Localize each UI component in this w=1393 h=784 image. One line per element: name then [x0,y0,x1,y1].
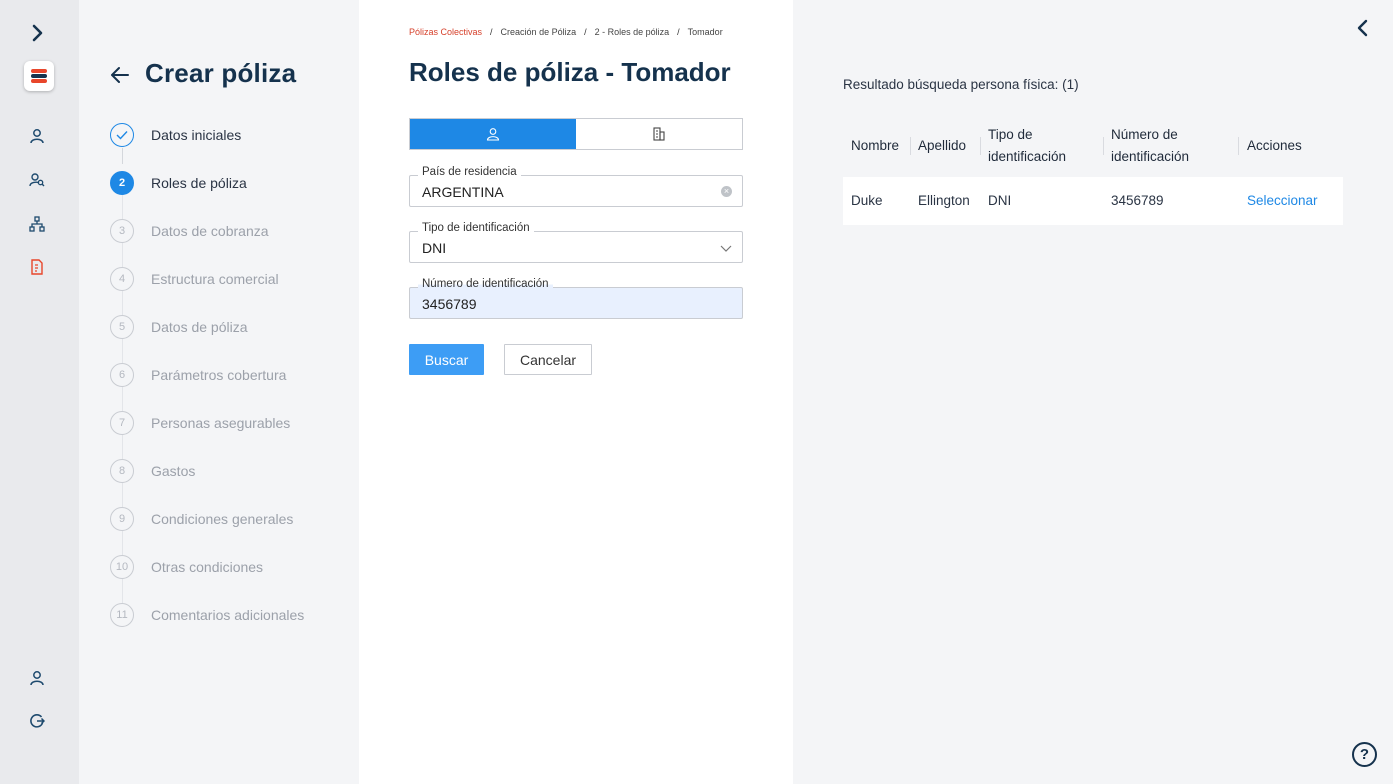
expand-icon[interactable] [25,21,49,45]
step-number: 9 [110,507,134,531]
field-value: ARGENTINA [422,184,504,200]
check-icon [110,123,134,147]
document-icon[interactable] [25,255,49,279]
step-number: 8 [110,459,134,483]
step-number: 4 [110,267,134,291]
seleccionar-link[interactable]: Seleccionar [1247,193,1318,208]
table-row: Duke Ellington DNI 3456789 Seleccionar [843,177,1343,225]
step-label: Parámetros cobertura [151,367,287,383]
step-number: 10 [110,555,134,579]
step-otras-condiciones[interactable]: 10 Otras condiciones [110,554,263,580]
tab-persona-juridica[interactable] [576,119,742,149]
column-header: Apellido [918,138,967,153]
step-personas-asegurables[interactable]: 7 Personas asegurables [110,410,290,436]
step-label: Datos iniciales [151,127,242,143]
breadcrumb-item: Tomador [687,27,723,37]
user-icon[interactable] [25,124,49,148]
cell-tipo: DNI [988,193,1012,208]
column-header: Acciones [1247,138,1302,153]
tab-persona-fisica[interactable] [410,119,576,149]
step-label: Gastos [151,463,196,479]
column-divider [910,137,911,155]
cancelar-button[interactable]: Cancelar [504,344,592,375]
step-label: Condiciones generales [151,511,294,527]
field-label: Número de identificación [418,278,553,290]
app-logo[interactable] [24,61,54,91]
person-type-toggle [409,118,743,150]
logout-icon[interactable] [25,709,49,733]
column-header: Tipo de identificación [988,127,1067,164]
breadcrumb-item[interactable]: Pólizas Colectivas [409,27,482,37]
step-label: Otras condiciones [151,559,264,575]
field-value: 3456789 [422,296,477,312]
column-divider [980,137,981,155]
step-number: 3 [110,219,134,243]
tipo-identificacion-select[interactable]: Tipo de identificación DNI [409,222,743,263]
collapse-panel-icon[interactable] [1353,18,1375,40]
step-roles-de-poliza[interactable]: 2 Roles de póliza [110,170,247,196]
numero-identificacion-field[interactable]: Número de identificación 3456789 [409,278,743,319]
step-gastos[interactable]: 8 Gastos [110,458,195,484]
person-icon [486,128,500,141]
breadcrumb-item[interactable]: Creación de Póliza [501,27,577,37]
step-number: 2 [110,171,134,195]
help-icon[interactable]: ? [1352,742,1377,767]
step-datos-iniciales[interactable]: Datos iniciales [110,122,241,148]
building-icon [653,127,665,141]
step-number: 6 [110,363,134,387]
step-condiciones-generales[interactable]: 9 Condiciones generales [110,506,293,532]
step-estructura-comercial[interactable]: 4 Estructura comercial [110,266,279,292]
steps-panel: Crear póliza Datos iniciales 2 Roles de … [79,0,359,784]
step-datos-de-cobranza[interactable]: 3 Datos de cobranza [110,218,269,244]
chevron-down-icon[interactable] [720,241,732,259]
step-comentarios-adicionales[interactable]: 11 Comentarios adicionales [110,602,304,628]
form-title: Roles de póliza - Tomador [409,57,731,87]
step-label: Datos de cobranza [151,223,269,239]
field-label: País de residencia [418,166,521,178]
step-label: Datos de póliza [151,319,248,335]
step-number: 7 [110,411,134,435]
field-label: Tipo de identificación [418,222,534,234]
hierarchy-icon[interactable] [25,212,49,236]
nav-rail [0,0,79,784]
breadcrumb: Pólizas Colectivas / Creación de Póliza/2 … [409,27,723,37]
step-label: Estructura comercial [151,271,279,287]
logo-s-icon [31,69,47,83]
column-header: Número de identificación [1111,127,1190,164]
results-panel: Resultado búsqueda persona física: (1) N… [793,0,1393,784]
step-label: Comentarios adicionales [151,607,305,623]
step-datos-de-poliza[interactable]: 5 Datos de póliza [110,314,248,340]
step-label: Personas asegurables [151,415,291,431]
step-number: 5 [110,315,134,339]
breadcrumb-item[interactable]: 2 - Roles de póliza [595,27,670,37]
page-title: Crear póliza [145,58,297,88]
users-search-icon[interactable] [25,168,49,192]
step-number: 11 [110,603,134,627]
cell-nombre: Duke [851,193,883,208]
pais-residencia-field[interactable]: País de residencia ARGENTINA × [409,166,743,207]
back-arrow-icon[interactable] [109,64,133,86]
cell-numero: 3456789 [1111,193,1164,208]
field-value: DNI [422,240,447,256]
column-divider [1103,137,1104,155]
clear-icon[interactable]: × [721,186,732,197]
results-title: Resultado búsqueda persona física: (1) [843,77,1079,92]
step-label: Roles de póliza [151,175,247,191]
buscar-button[interactable]: Buscar [409,344,484,375]
step-parametros-cobertura[interactable]: 6 Parámetros cobertura [110,362,286,388]
column-header: Nombre [851,138,900,153]
form-panel: Pólizas Colectivas / Creación de Póliza/2 … [359,0,793,784]
step-connector [122,148,123,164]
cell-apellido: Ellington [918,193,970,208]
profile-icon[interactable] [25,666,49,690]
column-divider [1238,137,1239,155]
